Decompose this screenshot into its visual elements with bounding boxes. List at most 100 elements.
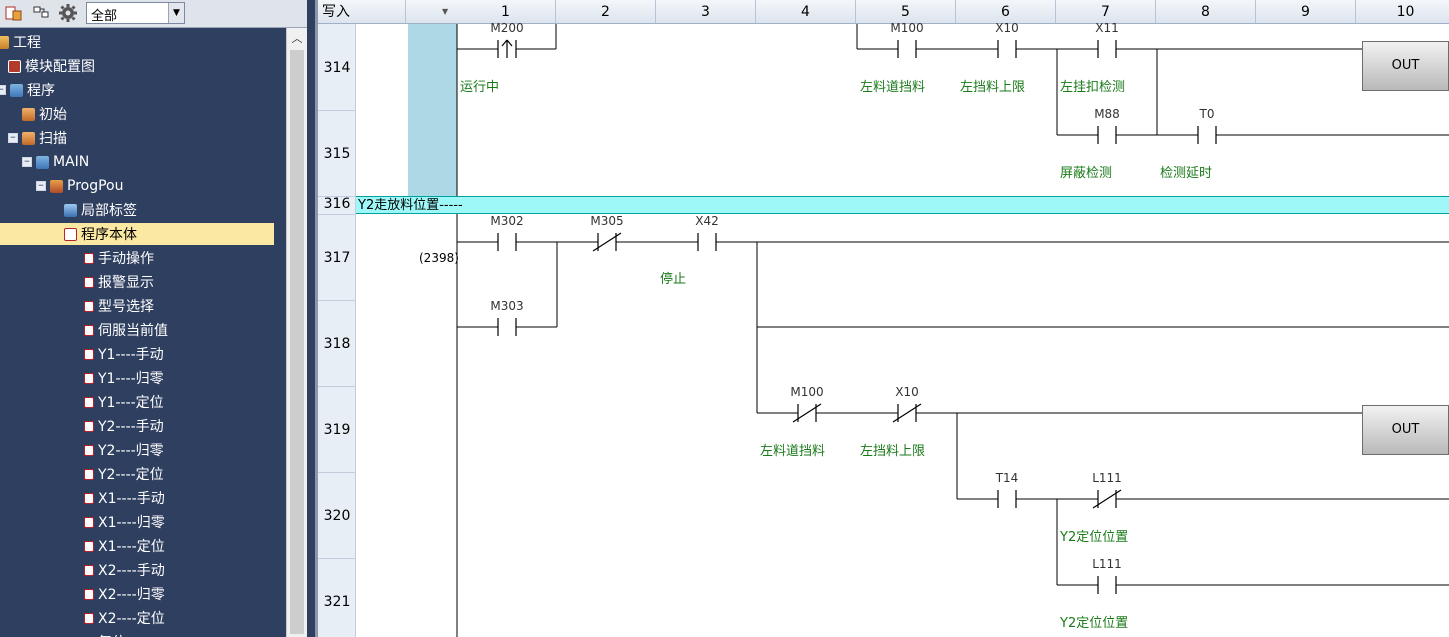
tree-item[interactable]: 工程 (0, 31, 41, 53)
out-instruction-box[interactable]: OUT (1362, 41, 1449, 91)
chevron-down-icon[interactable]: ▼ (168, 3, 184, 23)
device-label: T0 (1199, 107, 1215, 121)
project-tree: 工程 模块配置图 − 程序 初始 − 扫描 − MAIN − ProgPou 局部标签 程序本体 手动操作… (0, 28, 286, 637)
tree-item-label: X1----定位 (98, 539, 165, 555)
tree-item-label: 工程 (13, 35, 41, 51)
tree-item[interactable]: 初始 (22, 103, 67, 125)
collapse-icon[interactable]: − (8, 133, 18, 143)
filter-dropdown[interactable]: 全部 ▼ (86, 2, 185, 24)
tree-item-label: 程序 (27, 83, 55, 99)
tree-item[interactable]: − 扫描 (8, 127, 67, 149)
tree-item-label: 型号选择 (98, 299, 154, 315)
device-label: X10 (895, 385, 919, 399)
tree-item[interactable]: 程序本体 (0, 223, 274, 245)
program-icon (10, 83, 23, 97)
contact-x10[interactable] (997, 40, 1017, 58)
tree-item-label: 模块配置图 (25, 59, 95, 75)
out-instruction-box[interactable]: OUT (1362, 405, 1449, 455)
tree-item-label: Y1----定位 (98, 395, 164, 411)
contact-l111[interactable] (1097, 576, 1117, 594)
tree-item[interactable]: X2----归零 (84, 583, 165, 605)
tree-item[interactable]: X2----定位 (84, 607, 165, 629)
subroutine-icon (84, 252, 94, 264)
subroutine-icon (84, 276, 94, 288)
contact-m302[interactable] (497, 233, 517, 251)
contact-m100[interactable] (897, 40, 917, 58)
pou-icon (50, 179, 63, 193)
tree-item[interactable]: Y2----手动 (84, 415, 164, 437)
tree-item-label: X2----定位 (98, 611, 165, 627)
tree-item-label: 伺服当前值 (98, 323, 168, 339)
subroutine-icon (84, 540, 94, 552)
contact-x11[interactable] (1097, 40, 1117, 58)
tree-item[interactable]: − 程序 (0, 79, 55, 101)
subroutine-icon (84, 324, 94, 336)
device-label: X11 (1095, 21, 1119, 35)
device-label: L111 (1092, 557, 1122, 571)
device-comment: Y2定位位置 (1060, 616, 1129, 631)
tree-item[interactable]: Y2----定位 (84, 463, 164, 485)
contact-t14[interactable] (997, 490, 1017, 508)
contact-x42[interactable] (697, 233, 717, 251)
panel-splitter[interactable] (307, 0, 318, 637)
subroutine-icon (84, 444, 94, 456)
subroutine-icon (84, 468, 94, 480)
tree-structure-icon[interactable] (30, 3, 52, 23)
project-icon (0, 35, 9, 49)
scrollbar-thumb[interactable] (290, 50, 304, 634)
collapse-icon[interactable]: − (36, 181, 46, 191)
tree-item[interactable]: 型号选择 (84, 295, 154, 317)
gear-icon[interactable] (57, 3, 79, 23)
device-comment: 停止 (660, 272, 687, 287)
scroll-up-icon[interactable]: ︿ (287, 28, 307, 50)
tree-item[interactable]: X2----手动 (84, 559, 165, 581)
tree-item[interactable]: X1----手动 (84, 487, 165, 509)
tree-item-label: X1----手动 (98, 491, 165, 507)
device-comment: 左料道挡料 (860, 80, 926, 95)
device-label: M303 (490, 299, 524, 313)
contact-t0[interactable] (1197, 126, 1217, 144)
tree-item[interactable]: 手动操作 (84, 247, 154, 269)
tree-item-label: 复位 (98, 632, 126, 637)
device-comment: 左料道挡料 (760, 444, 826, 459)
device-label: M302 (490, 214, 524, 228)
tree-item[interactable]: X1----归零 (84, 511, 165, 533)
scan-icon (22, 107, 35, 121)
device-comment: Y2定位位置 (1060, 530, 1129, 545)
tree-item-label: Y2----手动 (98, 419, 164, 435)
tree-item[interactable]: 伺服当前值 (84, 319, 168, 341)
project-view-icon[interactable] (2, 3, 24, 23)
device-label: M100 (790, 385, 824, 399)
tree-item-label: 报警显示 (98, 275, 154, 291)
contact-m303[interactable] (497, 318, 517, 336)
tree-item[interactable]: 局部标签 (64, 199, 137, 221)
device-label: M88 (1094, 107, 1120, 121)
tree-item-label: X2----手动 (98, 563, 165, 579)
tree-item[interactable]: 复位 (84, 631, 126, 637)
contact-m88[interactable] (1097, 126, 1117, 144)
tree-item-label: Y2----定位 (98, 467, 164, 483)
tree-item[interactable]: 报警显示 (84, 271, 154, 293)
tree-item[interactable]: Y1----定位 (84, 391, 164, 413)
module-config-icon (8, 59, 21, 73)
contact-m200[interactable] (497, 39, 517, 58)
tree-item[interactable]: Y2----归零 (84, 439, 164, 461)
tree-item-label: Y1----手动 (98, 347, 164, 363)
tree-item[interactable]: X1----定位 (84, 535, 165, 557)
scan-icon (22, 131, 35, 145)
tree-item-label: 初始 (39, 107, 67, 123)
tree-item-label: MAIN (53, 154, 90, 170)
collapse-icon[interactable]: − (22, 157, 32, 167)
tree-item[interactable]: − ProgPou (36, 175, 123, 197)
tree-item[interactable]: Y1----归零 (84, 367, 164, 389)
collapse-icon[interactable]: − (0, 85, 6, 95)
device-label: M200 (490, 21, 524, 35)
device-comment: 运行中 (460, 80, 500, 95)
tree-item-label: 手动操作 (98, 251, 154, 267)
tree-item[interactable]: − MAIN (22, 151, 89, 173)
tree-item-label: 局部标签 (81, 203, 137, 219)
tree-item[interactable]: 模块配置图 (8, 55, 95, 77)
tree-scrollbar[interactable]: ︿ (286, 28, 307, 637)
tree-item[interactable]: Y1----手动 (84, 343, 164, 365)
device-label: X42 (695, 214, 719, 228)
